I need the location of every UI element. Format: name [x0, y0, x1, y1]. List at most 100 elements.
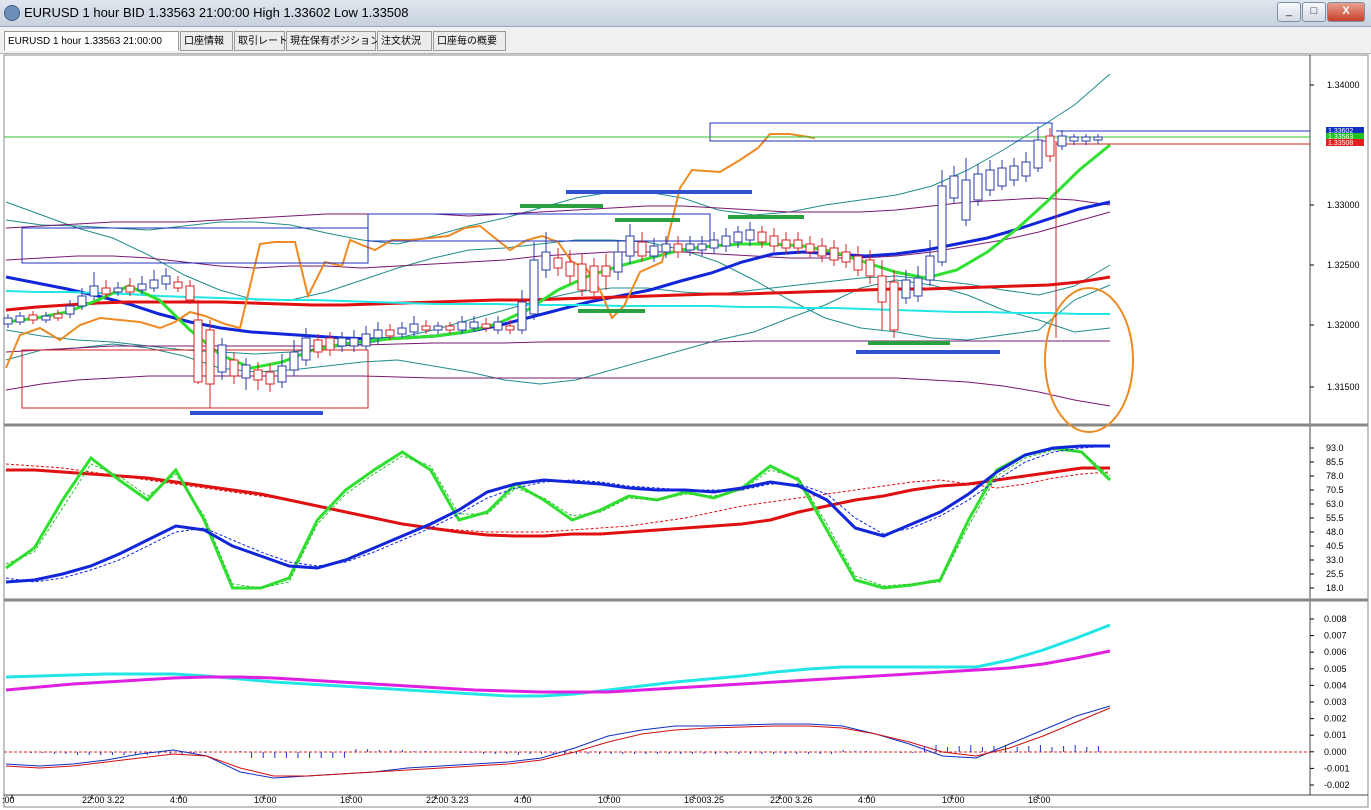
- candle-body: [137, 283, 147, 291]
- candle-body: [433, 325, 443, 331]
- candle-body: [937, 185, 947, 263]
- candle-body: [1045, 135, 1055, 157]
- candle-body: [709, 239, 719, 249]
- candle-body: [697, 243, 707, 251]
- candle-body: [361, 333, 371, 347]
- stoch-tick-label: 40.5: [1326, 541, 1344, 551]
- candle-body: [125, 285, 135, 293]
- candle-body: [925, 255, 935, 281]
- candle-body: [841, 251, 851, 263]
- candle-body: [241, 364, 251, 379]
- candle-body: [409, 323, 419, 333]
- candle-body: [577, 263, 587, 291]
- macd-tick-label: 0.002: [1324, 714, 1347, 724]
- candle-body: [877, 275, 887, 303]
- candle-body: [601, 265, 611, 277]
- candle-body: [15, 315, 25, 323]
- macd-tick-label: 0.004: [1324, 680, 1347, 690]
- candle-body: [149, 279, 159, 289]
- stoch-tick-label: 93.0: [1326, 443, 1344, 453]
- time-tick-label: 10:00: [254, 795, 277, 805]
- candle-body: [469, 321, 479, 329]
- candle-body: [985, 169, 995, 191]
- candle-body: [829, 247, 839, 261]
- time-tick-label: 16:00: [340, 795, 363, 805]
- time-tick-label: 16:003.25: [684, 795, 724, 805]
- candle-body: [733, 231, 743, 243]
- candle-body: [793, 239, 803, 249]
- candle-body: [229, 359, 239, 377]
- candle-body: [217, 344, 227, 373]
- time-tick-label: 16:00: [1028, 795, 1051, 805]
- candle-body: [3, 317, 13, 325]
- candle-body: [397, 327, 407, 335]
- macd-tick-label: 0.000: [1324, 747, 1347, 757]
- time-tick-label: 22:00 3.23: [426, 795, 469, 805]
- candle-body: [973, 173, 983, 201]
- price-chart-area[interactable]: 1.340001.330001.325001.320001.315001.336…: [0, 0, 1371, 810]
- candle-body: [889, 281, 899, 331]
- candle-body: [997, 167, 1007, 187]
- candle-body: [637, 241, 647, 257]
- candle-body: [529, 259, 539, 315]
- candle-body: [28, 314, 38, 321]
- candle-body: [173, 281, 183, 289]
- candle-body: [385, 329, 395, 337]
- candle-body: [613, 251, 623, 273]
- macd-tick-label: 0.001: [1324, 730, 1347, 740]
- candle-body: [805, 243, 815, 253]
- candle-body: [1069, 136, 1079, 142]
- candle-body: [865, 259, 875, 277]
- macd-tick-label: 0.006: [1324, 647, 1347, 657]
- candle-body: [541, 251, 551, 271]
- candle-body: [161, 275, 171, 285]
- stoch-tick-label: 48.0: [1326, 527, 1344, 537]
- time-tick-label: :00: [2, 795, 15, 805]
- stoch-tick-label: 55.5: [1326, 513, 1344, 523]
- candle-body: [113, 287, 123, 293]
- candle-body: [505, 325, 515, 331]
- candle-body: [661, 243, 671, 253]
- candle-body: [265, 371, 275, 385]
- candle-body: [757, 231, 767, 243]
- candle-body: [289, 351, 299, 371]
- candle-body: [649, 245, 659, 257]
- macd-tick-label: 0.008: [1324, 614, 1347, 624]
- time-tick-label: 22:00 3.26: [770, 795, 813, 805]
- time-tick-label: 10:00: [598, 795, 621, 805]
- candle-body: [349, 337, 359, 347]
- stoch-tick-label: 25.5: [1326, 569, 1344, 579]
- macd-tick-label: -0.002: [1324, 780, 1350, 790]
- chart-frame: [3, 54, 1369, 808]
- price-tick-label: 1.34000: [1327, 80, 1360, 90]
- candle-body: [53, 313, 63, 319]
- candle-body: [277, 365, 287, 383]
- time-tick-label: 4:00: [514, 795, 532, 805]
- candle-body: [1009, 165, 1019, 181]
- stoch-tick-label: 18.0: [1326, 583, 1344, 593]
- candle-body: [205, 329, 215, 385]
- candle-body: [745, 229, 755, 241]
- candle-body: [457, 321, 467, 331]
- price-tick-label: 1.32000: [1327, 320, 1360, 330]
- candle-body: [949, 175, 959, 199]
- candle-body: [253, 369, 263, 381]
- macd-tick-label: 0.007: [1324, 631, 1347, 641]
- candle-body: [193, 319, 203, 383]
- candle-body: [481, 323, 491, 329]
- candle-body: [77, 295, 87, 307]
- candle-body: [553, 257, 563, 269]
- candle-body: [445, 325, 455, 331]
- candle-body: [685, 243, 695, 251]
- candle-body: [1033, 139, 1043, 169]
- candle-body: [41, 315, 51, 321]
- candle-body: [373, 329, 383, 339]
- candle-body: [673, 243, 683, 253]
- candle-body: [817, 245, 827, 257]
- candle-body: [185, 285, 195, 301]
- candle-body: [89, 285, 99, 297]
- candle-body: [625, 235, 635, 257]
- candle-body: [1057, 135, 1067, 147]
- stoch-tick-label: 85.5: [1326, 457, 1344, 467]
- macd-tick-label: 0.005: [1324, 664, 1347, 674]
